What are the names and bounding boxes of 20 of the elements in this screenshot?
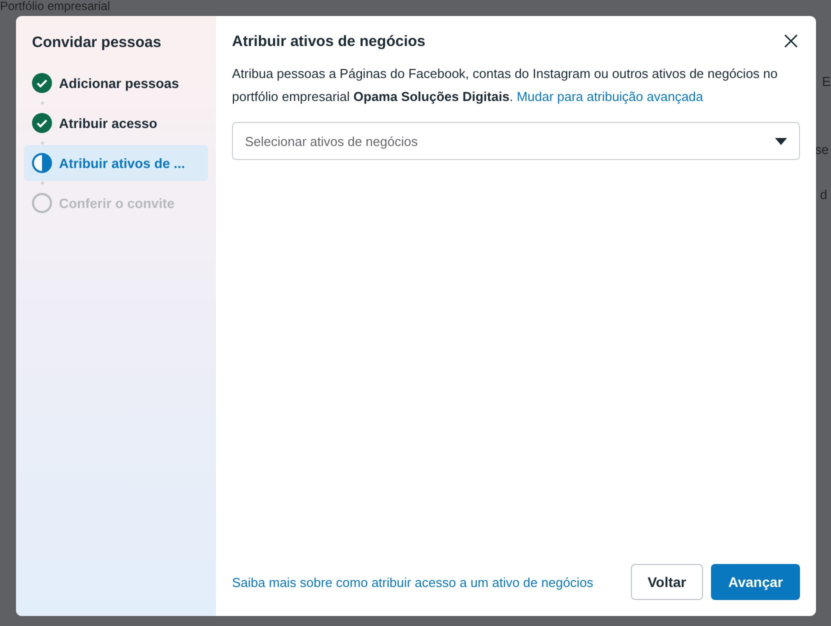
connector-dot — [41, 181, 44, 185]
background-text: E — [822, 74, 831, 89]
advanced-assignment-link[interactable]: Mudar para atribuição avançada — [516, 89, 704, 104]
description: Atribua pessoas a Páginas do Facebook, contas do Instagram ou outros ativos de negócios no portfólio empresarial Opama Soluções Digitais. Mudar para atribuição avançada — [232, 65, 779, 106]
close-button[interactable] — [782, 32, 800, 50]
assets-dropdown[interactable]: Selecionar ativos de negócios — [232, 122, 800, 160]
back-button[interactable]: Voltar — [630, 564, 704, 600]
connector-dot — [41, 101, 44, 105]
sidebar-title: Convidar pessoas — [31, 33, 162, 53]
dialog-title: Atribuir ativos de negócios — [232, 32, 426, 50]
caret-icon — [775, 138, 787, 144]
page-title: Portfólio empresarial — [0, 0, 110, 13]
step-item[interactable]: Atribuir acesso — [24, 105, 208, 141]
background-text: d — [820, 187, 828, 202]
connector-dot — [41, 141, 44, 145]
step-item[interactable]: Atribuir ativos de ... — [24, 145, 208, 181]
next-button[interactable]: Avançar — [711, 564, 800, 600]
background-text: se — [815, 142, 829, 157]
step-item[interactable]: Adicionar pessoas — [24, 65, 208, 101]
help-link[interactable]: Saiba mais sobre como atribuir acesso a um ativo de negócios — [232, 574, 594, 590]
